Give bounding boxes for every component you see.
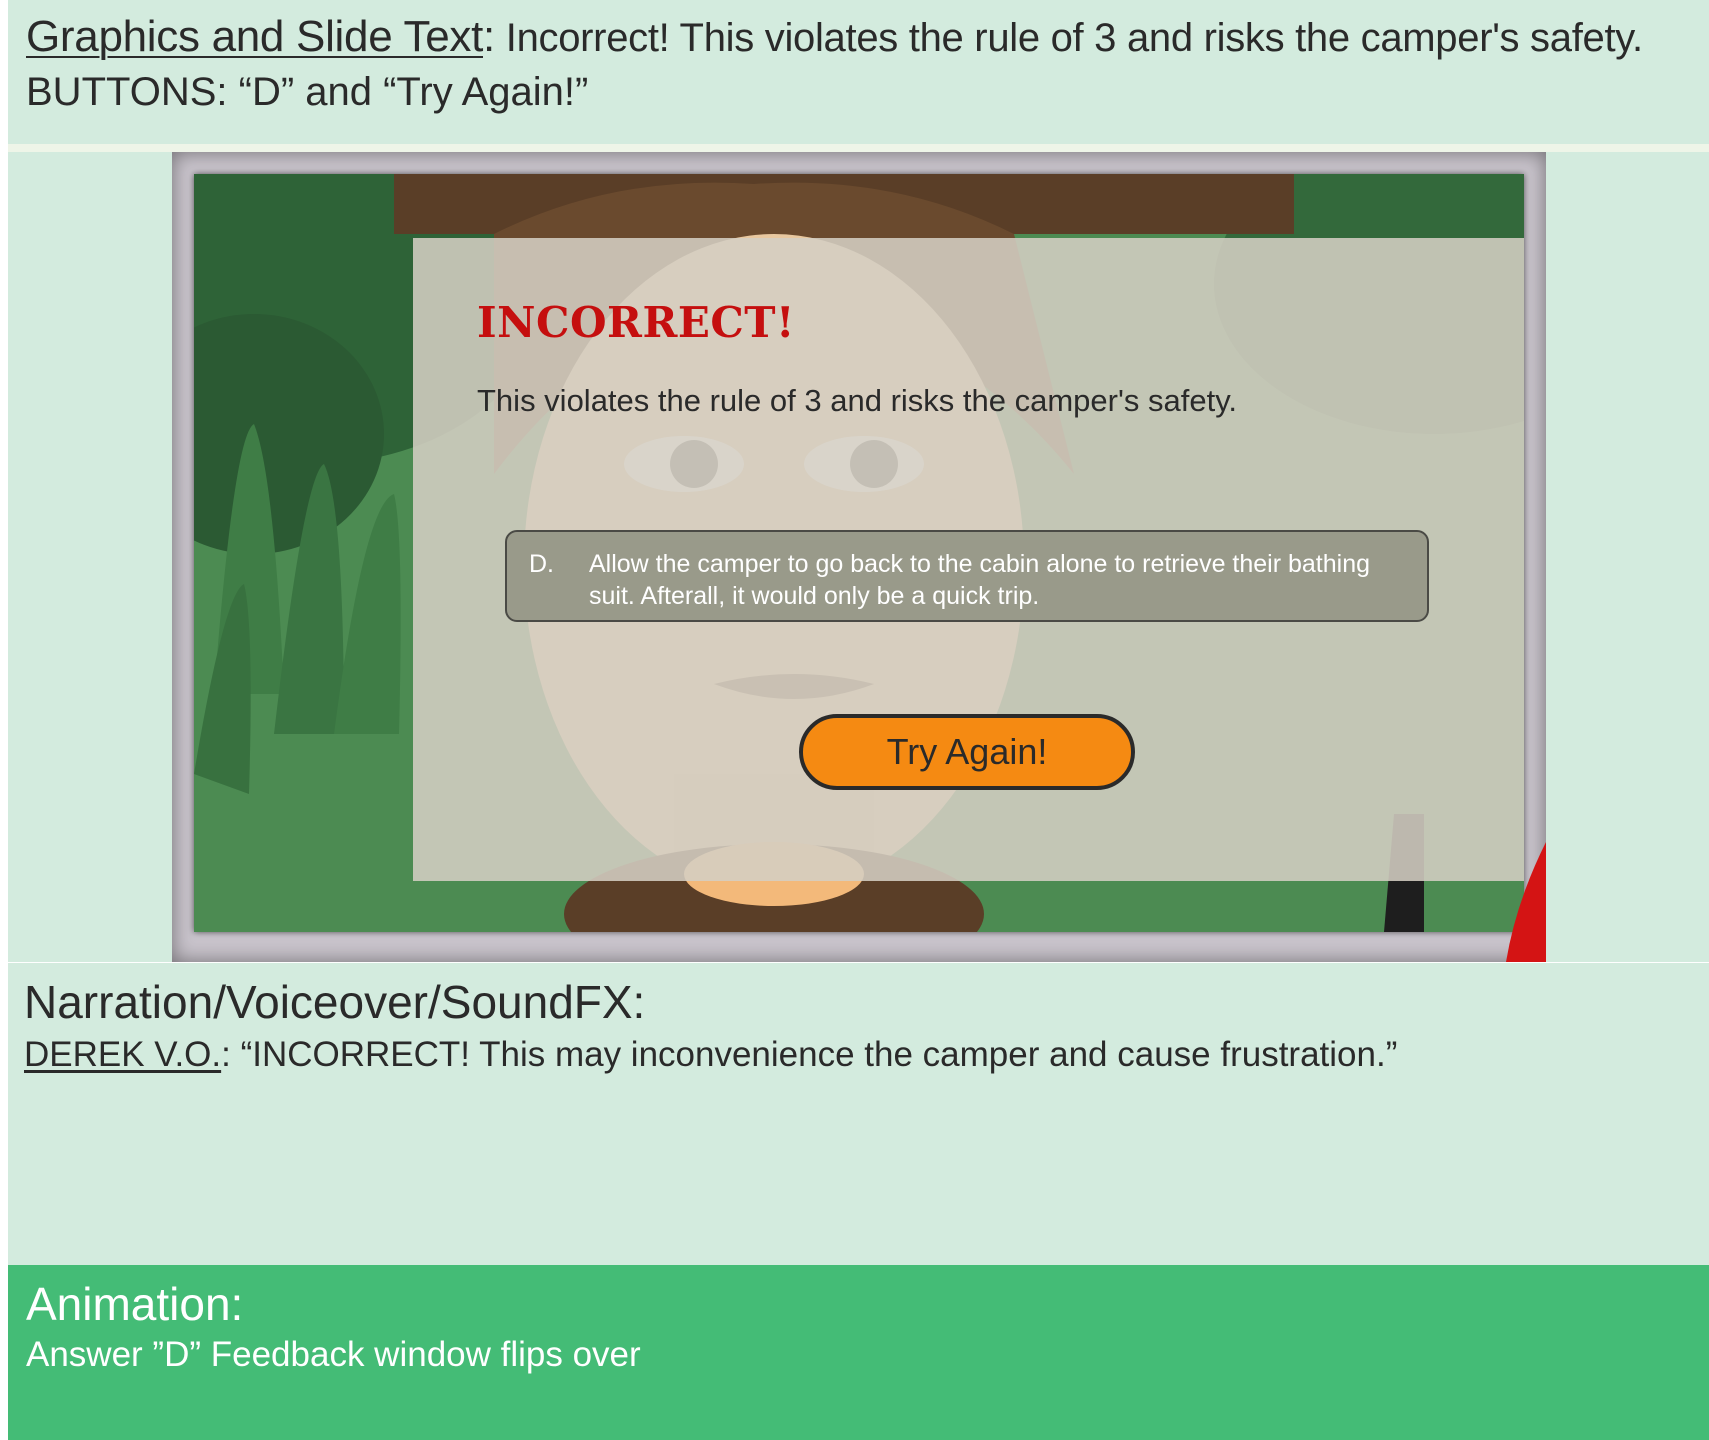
answer-letter: D.	[529, 550, 554, 578]
feedback-window: INCORRECT! This violates the rule of 3 a…	[413, 238, 1524, 881]
animation-text: Answer ”D” Feedback window flips over	[26, 1335, 641, 1374]
slide-preview-area: INCORRECT! This violates the rule of 3 a…	[8, 152, 1709, 962]
narration-heading: Narration/Voiceover/SoundFX:	[24, 976, 646, 1028]
animation-section: Animation: Answer ”D” Feedback window fl…	[8, 1265, 1709, 1440]
graphics-section: Graphics and Slide Text: Incorrect! This…	[8, 0, 1709, 144]
answer-d-button[interactable]: D. Allow the camper to go back to the ca…	[505, 530, 1429, 622]
graphics-line: Graphics and Slide Text: Incorrect! This…	[26, 12, 1643, 62]
slide: INCORRECT! This violates the rule of 3 a…	[194, 174, 1524, 932]
graphics-label: Graphics and Slide Text	[26, 12, 483, 61]
red-corner-graphic	[1506, 842, 1546, 962]
buttons-line: BUTTONS: “D” and “Try Again!”	[26, 70, 589, 114]
answer-text: Allow the camper to go back to the cabin…	[589, 550, 1371, 610]
slide-frame: INCORRECT! This violates the rule of 3 a…	[172, 152, 1546, 962]
narration-line: DEREK V.O.: “INCORRECT! This may inconve…	[24, 1035, 1397, 1075]
feedback-message: This violates the rule of 3 and risks th…	[477, 383, 1238, 418]
graphics-text: Incorrect! This violates the rule of 3 a…	[494, 16, 1643, 60]
narration-section: Narration/Voiceover/SoundFX: DEREK V.O.:…	[8, 963, 1709, 1265]
graphics-separator: :	[483, 12, 495, 61]
divider	[8, 144, 1709, 152]
narration-text: “INCORRECT! This may inconvenience the c…	[230, 1035, 1398, 1074]
speaker-name: DEREK V.O.	[24, 1035, 222, 1074]
try-again-button[interactable]: Try Again!	[799, 714, 1135, 790]
feedback-title: INCORRECT!	[477, 298, 795, 347]
speaker-separator: :	[221, 1035, 231, 1074]
animation-heading: Animation:	[26, 1278, 244, 1330]
